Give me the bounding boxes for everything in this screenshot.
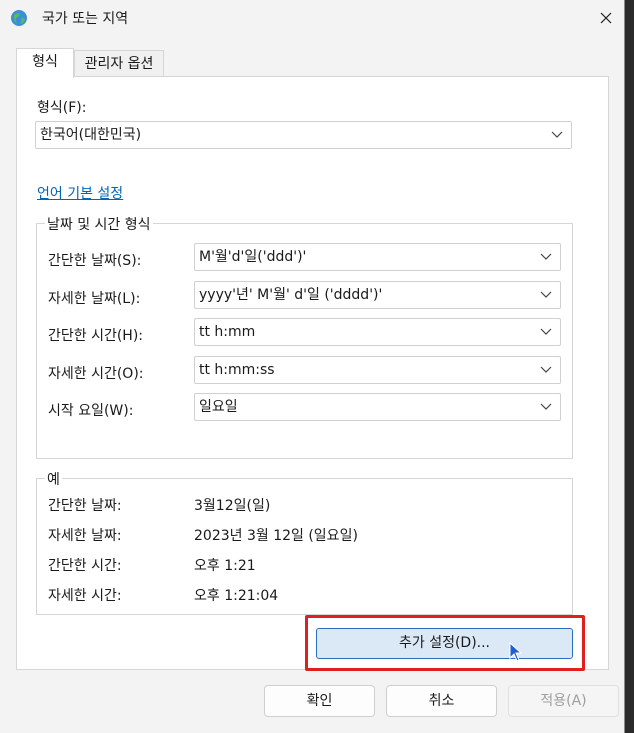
chevron-down-icon [540, 291, 552, 298]
format-select-value: 한국어(대한민국) [40, 127, 142, 143]
examples-group-title: 예 [45, 469, 62, 489]
annotation-highlight [305, 615, 585, 671]
long-date-select[interactable]: yyyy'년' M'월' d'일 ('dddd')' [194, 281, 561, 309]
tab-admin-options[interactable]: 관리자 옵션 [74, 50, 164, 76]
examples-group: 예 간단한 날짜: 3월12일(일) 자세한 날짜: 2023년 3월 12일 … [36, 469, 573, 615]
format-panel: 형식(F): 한국어(대한민국) 언어 기본 설정 날짜 및 시간 형식 간단한… [16, 76, 609, 670]
long-time-value: tt h:mm:ss [199, 362, 275, 378]
short-date-select[interactable]: M'월'd'일('ddd')' [194, 243, 561, 271]
example-short-date-label: 간단한 날짜: [48, 498, 122, 514]
close-icon [600, 12, 612, 24]
globe-icon [10, 9, 28, 27]
example-short-date-value: 3월12일(일) [194, 498, 271, 514]
region-dialog: 국가 또는 지역 형식 관리자 옵션 형식(F): 한국어(대한민국) 언어 기… [0, 0, 625, 733]
short-date-value: M'월'd'일('ddd')' [199, 249, 307, 265]
example-long-time-value: 오후 1:21:04 [194, 588, 279, 604]
short-time-select[interactable]: tt h:mm [194, 318, 561, 346]
mouse-pointer-icon [509, 642, 523, 662]
short-time-label: 간단한 시간(H): [48, 328, 144, 344]
first-day-label: 시작 요일(W): [48, 403, 134, 419]
format-select[interactable]: 한국어(대한민국) [35, 121, 572, 149]
example-long-time-label: 자세한 시간: [48, 588, 122, 604]
example-long-date-label: 자세한 날짜: [48, 528, 122, 544]
chevron-down-icon [540, 328, 552, 335]
cancel-button[interactable]: 취소 [386, 685, 497, 717]
short-time-value: tt h:mm [199, 324, 256, 340]
language-preferences-link[interactable]: 언어 기본 설정 [37, 183, 123, 203]
first-day-select[interactable]: 일요일 [194, 393, 561, 421]
chevron-down-icon [551, 131, 563, 138]
chevron-down-icon [540, 403, 552, 410]
apply-button[interactable]: 적용(A) [508, 685, 619, 717]
datetime-format-group: 날짜 및 시간 형식 간단한 날짜(S): M'월'd'일('ddd')' 자세… [36, 214, 573, 459]
chevron-down-icon [540, 253, 552, 260]
title-bar: 국가 또는 지역 [0, 0, 625, 36]
first-day-value: 일요일 [199, 399, 238, 415]
ok-button[interactable]: 확인 [264, 685, 375, 717]
datetime-group-title: 날짜 및 시간 형식 [45, 214, 153, 234]
chevron-down-icon [540, 366, 552, 373]
example-short-time-value: 오후 1:21 [194, 558, 256, 574]
long-date-label: 자세한 날짜(L): [48, 291, 141, 307]
format-label: 형식(F): [37, 100, 87, 116]
long-time-select[interactable]: tt h:mm:ss [194, 356, 561, 384]
long-time-label: 자세한 시간(O): [48, 366, 144, 382]
window-title: 국가 또는 지역 [42, 11, 129, 27]
tab-format[interactable]: 형식 [16, 48, 74, 78]
close-button[interactable] [592, 4, 620, 32]
short-date-label: 간단한 날짜(S): [48, 253, 142, 269]
long-date-value: yyyy'년' M'월' d'일 ('dddd')' [199, 287, 383, 303]
example-long-date-value: 2023년 3월 12일 (일요일) [194, 528, 358, 544]
example-short-time-label: 간단한 시간: [48, 558, 122, 574]
